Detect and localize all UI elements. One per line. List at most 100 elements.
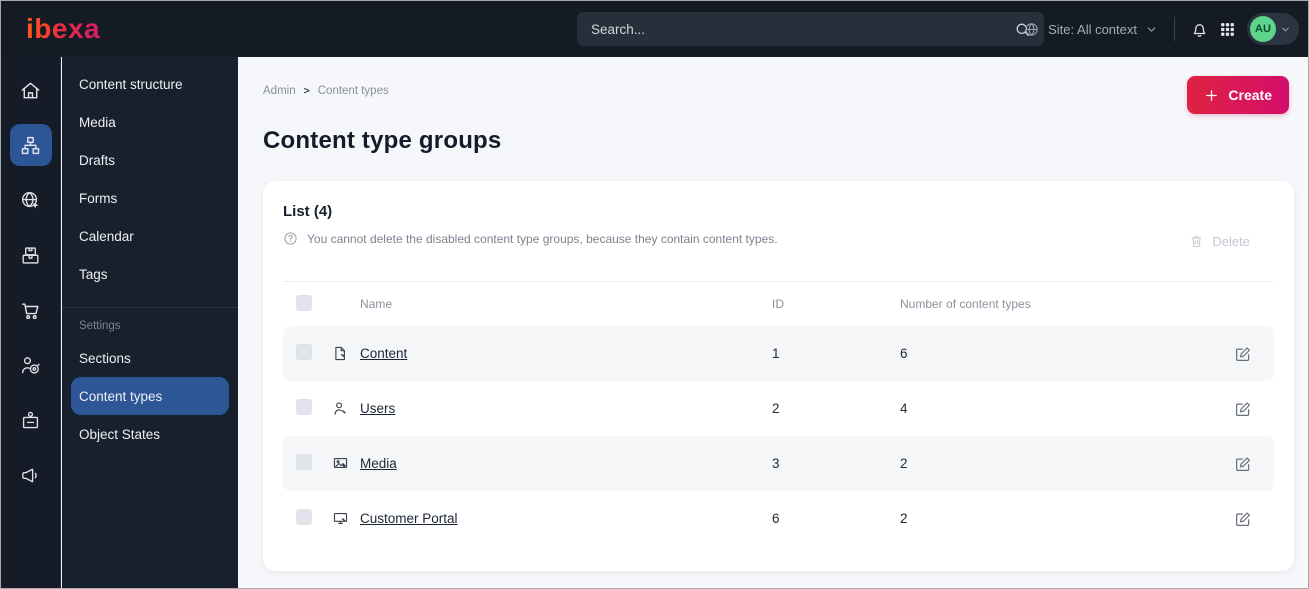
app-switcher-button[interactable] bbox=[1214, 16, 1241, 43]
site-context-selector[interactable]: Site: All context bbox=[1017, 17, 1164, 42]
edit-icon bbox=[1234, 400, 1252, 418]
row-count: 2 bbox=[900, 511, 908, 526]
sidebar-item-object-states[interactable]: Object States bbox=[71, 415, 229, 453]
search-input[interactable] bbox=[577, 21, 1014, 37]
home-icon bbox=[19, 79, 42, 102]
sidebar-item-sections[interactable]: Sections bbox=[71, 339, 229, 377]
edit-icon bbox=[1234, 455, 1252, 473]
list-title: List (4) bbox=[283, 203, 333, 220]
create-button[interactable]: Create bbox=[1187, 76, 1289, 114]
rail-personalization-button[interactable] bbox=[10, 344, 52, 386]
table-row: Users 2 4 bbox=[283, 381, 1274, 436]
rail-content-button[interactable] bbox=[9, 124, 52, 166]
global-search bbox=[577, 12, 1044, 46]
ibexa-logo[interactable]: ibexa bbox=[26, 12, 100, 46]
avatar: AU bbox=[1250, 16, 1276, 42]
file-icon bbox=[332, 345, 349, 362]
sidebar-item-media[interactable]: Media bbox=[71, 103, 229, 141]
row-checkbox[interactable] bbox=[296, 399, 312, 415]
breadcrumb: Admin > Content types bbox=[263, 76, 389, 97]
page-title: Content type groups bbox=[263, 127, 502, 154]
list-info-text: You cannot delete the disabled content t… bbox=[307, 231, 778, 246]
sidebar-settings-label: Settings bbox=[79, 320, 121, 332]
sidebar-item-calendar[interactable]: Calendar bbox=[71, 217, 229, 255]
row-checkbox[interactable] bbox=[296, 344, 312, 360]
notifications-button[interactable] bbox=[1185, 15, 1214, 44]
globe-cursor-icon bbox=[19, 189, 42, 212]
user-icon bbox=[332, 400, 349, 417]
row-checkbox[interactable] bbox=[296, 509, 312, 525]
sidebar-menu: Content structure Media Drafts Forms Cal… bbox=[62, 57, 238, 588]
topbar-divider bbox=[1174, 17, 1175, 41]
group-link-content[interactable]: Content bbox=[360, 346, 407, 361]
edit-icon bbox=[1234, 345, 1252, 363]
site-context-label: Site: All context bbox=[1048, 21, 1137, 37]
column-header-id: ID bbox=[772, 297, 784, 311]
breadcrumb-admin[interactable]: Admin bbox=[263, 85, 296, 97]
list-info: You cannot delete the disabled content t… bbox=[283, 231, 778, 246]
topbar: ibexa Site: All context bbox=[1, 1, 1308, 57]
row-id: 1 bbox=[772, 346, 780, 361]
sitemap-icon bbox=[19, 134, 42, 157]
edit-button[interactable] bbox=[1232, 343, 1254, 365]
group-link-users[interactable]: Users bbox=[360, 401, 395, 416]
sidebar-item-forms[interactable]: Forms bbox=[71, 179, 229, 217]
badge-icon bbox=[19, 409, 42, 432]
breadcrumb-separator: > bbox=[303, 85, 310, 97]
chevron-down-icon bbox=[1280, 24, 1291, 35]
user-menu[interactable]: AU bbox=[1247, 13, 1299, 45]
content-type-groups-table: Name ID Number of content types Content … bbox=[283, 281, 1274, 546]
main-content: Admin > Content types Create Content typ… bbox=[238, 57, 1308, 588]
rail-campaigns-button[interactable] bbox=[10, 454, 52, 496]
rail-product-catalog-button[interactable] bbox=[10, 234, 52, 276]
packages-icon bbox=[19, 244, 42, 267]
sidebar-item-content-structure[interactable]: Content structure bbox=[71, 65, 229, 103]
globe-icon bbox=[1023, 21, 1040, 38]
sidebar-item-content-types[interactable]: Content types bbox=[71, 377, 229, 415]
edit-button[interactable] bbox=[1232, 398, 1254, 420]
rail-home-button[interactable] bbox=[10, 69, 52, 111]
target-user-icon bbox=[19, 354, 42, 377]
rail-workflow-button[interactable] bbox=[10, 399, 52, 441]
image-icon bbox=[332, 455, 349, 472]
breadcrumb-current: Content types bbox=[317, 85, 389, 97]
chevron-down-icon bbox=[1145, 23, 1158, 36]
plus-icon bbox=[1204, 88, 1219, 103]
column-header-name: Name bbox=[360, 297, 393, 311]
table-header: Name ID Number of content types bbox=[283, 282, 1274, 326]
app-window: ibexa Site: All context bbox=[0, 0, 1309, 589]
row-id: 3 bbox=[772, 456, 780, 471]
icon-rail bbox=[1, 57, 61, 588]
trash-icon bbox=[1189, 234, 1204, 249]
edit-button[interactable] bbox=[1232, 453, 1254, 475]
question-circle-icon bbox=[283, 231, 298, 246]
row-count: 2 bbox=[900, 456, 908, 471]
content-type-groups-card: List (4) You cannot delete the disabled … bbox=[263, 181, 1294, 571]
monitor-icon bbox=[332, 510, 349, 527]
app-grid-icon bbox=[1219, 21, 1236, 38]
group-link-media[interactable]: Media bbox=[360, 456, 397, 471]
table-row: Content 1 6 bbox=[283, 326, 1274, 381]
megaphone-icon bbox=[19, 464, 42, 487]
sidebar-item-drafts[interactable]: Drafts bbox=[71, 141, 229, 179]
row-checkbox[interactable] bbox=[296, 454, 312, 470]
group-link-customer-portal[interactable]: Customer Portal bbox=[360, 511, 458, 526]
edit-icon bbox=[1234, 510, 1252, 528]
row-count: 6 bbox=[900, 346, 908, 361]
sidebar-item-tags[interactable]: Tags bbox=[71, 255, 229, 293]
rail-site-button[interactable] bbox=[10, 179, 52, 221]
row-id: 6 bbox=[772, 511, 780, 526]
sidebar-divider bbox=[62, 307, 238, 308]
row-count: 4 bbox=[900, 401, 908, 416]
table-row: Media 3 2 bbox=[283, 436, 1274, 491]
row-id: 2 bbox=[772, 401, 780, 416]
delete-button[interactable]: Delete bbox=[1183, 233, 1256, 250]
rail-commerce-button[interactable] bbox=[10, 289, 52, 331]
edit-button[interactable] bbox=[1232, 508, 1254, 530]
column-header-count: Number of content types bbox=[900, 297, 1031, 311]
topbar-right-cluster: Site: All context AU bbox=[1017, 1, 1299, 57]
select-all-checkbox[interactable] bbox=[296, 294, 312, 311]
bell-icon bbox=[1190, 20, 1209, 39]
table-row: Customer Portal 6 2 bbox=[283, 491, 1274, 546]
cart-icon bbox=[19, 299, 42, 322]
